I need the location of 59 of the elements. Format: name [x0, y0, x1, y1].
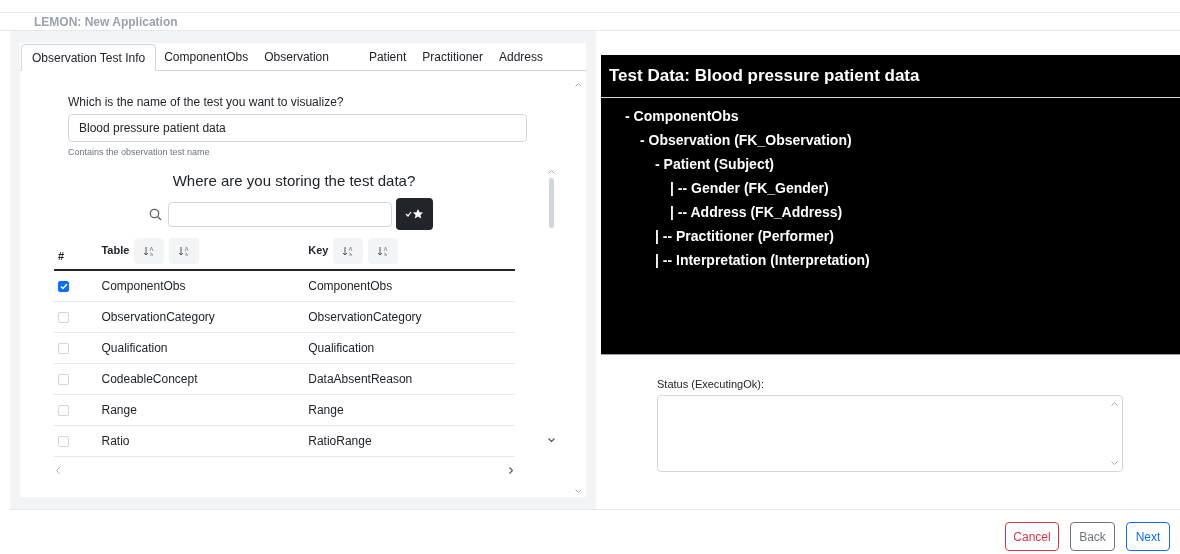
tab[interactable]: Patient [360, 43, 415, 70]
action-button[interactable]: Next [1126, 522, 1170, 551]
tab[interactable]: ComponentObs [156, 43, 257, 70]
field-label: Which is the name of the test you want to visualize? [68, 94, 345, 111]
sort-icon [143, 245, 156, 257]
tab[interactable]: Observation Test Info [21, 44, 157, 71]
table-cell: DataAbsentReason [308, 363, 515, 394]
check-star-icon [404, 208, 425, 220]
test-name-field[interactable]: Blood pressure patient data [68, 114, 527, 142]
search-icon [149, 207, 162, 221]
tab[interactable]: Practitioner [414, 43, 491, 70]
status-label: Status (ExecutingOk): [657, 377, 765, 392]
status-textarea[interactable] [657, 394, 1123, 472]
tree-item: - ComponentObs [625, 106, 739, 126]
scroll-up-icon[interactable] [575, 83, 582, 87]
table-cell: CodeableConcept [101, 363, 309, 394]
section-heading: Where are you storing the test data? [171, 170, 417, 191]
tab[interactable]: Address [491, 43, 552, 70]
search-field[interactable] [168, 201, 392, 227]
tree-item: - Patient (Subject) [655, 154, 774, 174]
column-header: Key [308, 244, 329, 257]
sort-icon [178, 245, 191, 257]
sort-icon [377, 245, 390, 257]
favorites-button[interactable] [396, 198, 433, 230]
app-title: LEMON: New Application [34, 13, 178, 31]
column-header: Table [101, 244, 130, 257]
table-cell: ObservationCategory [101, 301, 309, 332]
scroll-up-icon[interactable] [1111, 401, 1118, 406]
tree-item: - Observation (FK_Observation) [640, 130, 852, 150]
action-button[interactable]: Cancel [1005, 522, 1059, 551]
sort-icon [342, 245, 355, 257]
table-cell: ComponentObs [308, 270, 515, 301]
scroll-right-icon[interactable] [509, 466, 513, 474]
table-cell: Range [308, 394, 515, 425]
table-cell: Qualification [308, 332, 515, 363]
tab[interactable]: Observation [256, 43, 337, 70]
help-text: Contains the observation test name [68, 146, 211, 159]
scroll-left-icon[interactable] [56, 466, 60, 474]
scroll-up-icon[interactable] [548, 169, 555, 174]
preview-title: Test Data: Blood pressure patient data [601, 55, 1180, 98]
sort-button[interactable] [169, 238, 200, 264]
scrollbar-thumb[interactable] [549, 177, 554, 228]
tree-item: | -- Gender (FK_Gender) [670, 178, 829, 198]
sort-button[interactable] [134, 238, 165, 264]
action-button[interactable]: Back [1070, 522, 1115, 551]
table-cell: Qualification [101, 332, 309, 363]
sort-button[interactable] [333, 238, 364, 264]
table-cell: ObservationCategory [308, 301, 515, 332]
table-cell: Range [101, 394, 309, 425]
table-cell: RatioRange [308, 425, 515, 456]
tree-item: | -- Practitioner (Performer) [655, 226, 834, 246]
checkbox[interactable] [58, 281, 69, 293]
table-cell: ComponentObs [101, 270, 309, 301]
table-cell: Ratio [101, 425, 309, 456]
scroll-down-icon[interactable] [548, 437, 555, 442]
sort-button[interactable] [368, 238, 399, 264]
tree-item: | -- Address (FK_Address) [670, 202, 843, 222]
tree-item: | -- Interpretation (Interpretation) [655, 250, 870, 270]
column-header: # [58, 250, 65, 262]
